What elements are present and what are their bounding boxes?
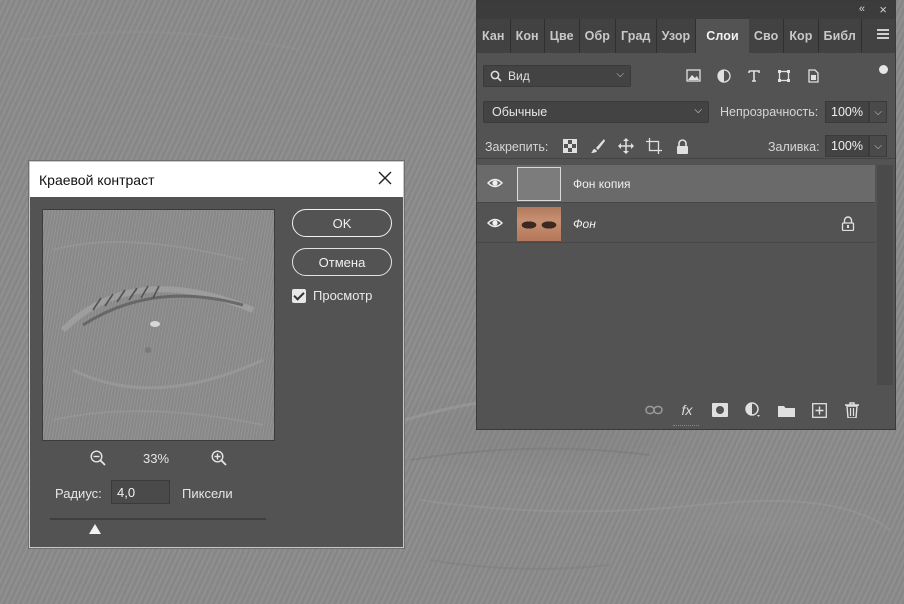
collapse-panel-icon[interactable]: «	[859, 3, 865, 15]
filter-toggle[interactable]	[879, 65, 888, 85]
lock-all-icon[interactable]	[673, 137, 691, 155]
folder-icon[interactable]	[777, 401, 795, 419]
fill-label: Заливка:	[768, 140, 820, 154]
eye-visibility-icon[interactable]	[487, 177, 503, 189]
zoom-value: 33%	[143, 451, 170, 466]
lock-artboard-icon[interactable]	[645, 137, 663, 155]
fx-icon[interactable]: fx	[678, 401, 696, 419]
filter-row: Вид ⌵	[477, 63, 895, 91]
layer-thumbnail	[517, 167, 561, 201]
lock-label: Закрепить:	[485, 140, 549, 154]
blend-row: Обычные ⌵ Непрозрачность: 100% ⌵	[477, 99, 895, 125]
fill-chevron-icon[interactable]: ⌵	[869, 135, 887, 157]
radius-slider-thumb[interactable]	[89, 524, 101, 534]
opacity-label: Непрозрачность:	[720, 105, 819, 119]
trash-icon[interactable]	[843, 401, 861, 419]
panel-tabs: Кан Кон Цве Обр Град Узор Слои Сво Кор Б…	[477, 19, 895, 53]
layer-lock-icon[interactable]	[841, 216, 855, 231]
high-pass-dialog: Краевой контраст OK Отмена Просмотр 33%	[29, 161, 404, 548]
link-layers-icon[interactable]	[645, 401, 663, 419]
lock-transparency-icon[interactable]	[561, 137, 579, 155]
lock-icons	[561, 137, 691, 155]
lock-row: Закрепить: Заливка: 100% ⌵	[477, 133, 895, 159]
panel-menu-icon[interactable]	[877, 29, 889, 41]
layer-name[interactable]: Фон копия	[573, 177, 631, 191]
close-panel-icon[interactable]: ×	[879, 2, 887, 17]
text-filter-icon[interactable]	[745, 67, 762, 84]
tab-adjustments[interactable]: Кор	[784, 19, 819, 53]
layers-scrollbar[interactable]	[877, 165, 893, 385]
dialog-title: Краевой контраст	[39, 171, 155, 188]
tab-gradients[interactable]: Град	[616, 19, 657, 53]
eye-visibility-icon[interactable]	[487, 217, 503, 229]
new-layer-icon[interactable]	[810, 401, 828, 419]
ok-button[interactable]: OK	[292, 209, 392, 237]
blend-mode-value: Обычные	[492, 105, 548, 119]
layer-thumbnail	[517, 207, 561, 241]
filter-preview[interactable]	[42, 209, 275, 441]
opacity-chevron-icon[interactable]: ⌵	[869, 101, 887, 123]
filter-icons	[685, 67, 822, 84]
radius-label: Радиус:	[55, 486, 102, 501]
tab-layers[interactable]: Слои	[696, 19, 749, 53]
layer-name[interactable]: Фон	[573, 217, 596, 231]
panel-resize-grip[interactable]	[673, 425, 699, 429]
preview-image	[52, 241, 264, 426]
layer-filter-select[interactable]: Вид ⌵	[483, 65, 631, 87]
layer-row-background[interactable]: Фон	[477, 205, 875, 243]
smart-object-filter-icon[interactable]	[805, 67, 822, 84]
tab-libraries[interactable]: Библ	[819, 19, 862, 53]
zoom-in-icon[interactable]	[211, 450, 227, 466]
tab-patterns[interactable]: Узор	[657, 19, 697, 53]
blend-mode-select[interactable]: Обычные ⌵	[483, 101, 709, 123]
tab-channels[interactable]: Кан	[477, 19, 511, 53]
opacity-input[interactable]: 100%	[825, 101, 869, 123]
tab-color[interactable]: Цве	[545, 19, 580, 53]
layers-list: Фон копия Фон	[477, 165, 895, 385]
preview-checkbox-row[interactable]: Просмотр	[292, 288, 372, 303]
preview-label: Просмотр	[313, 288, 373, 303]
tab-properties[interactable]: Сво	[749, 19, 785, 53]
search-icon	[490, 70, 502, 82]
adjustment-filter-icon[interactable]	[715, 67, 732, 84]
radius-slider-track[interactable]	[50, 518, 266, 520]
preview-checkbox[interactable]	[292, 288, 306, 303]
lock-pixels-brush-icon[interactable]	[589, 137, 607, 155]
zoom-out-icon[interactable]	[90, 450, 106, 466]
cancel-button[interactable]: Отмена	[292, 248, 392, 276]
lock-position-move-icon[interactable]	[617, 137, 635, 155]
chevron-down-icon: ⌵	[616, 69, 624, 80]
units-label: Пиксели	[182, 486, 233, 501]
image-filter-icon[interactable]	[685, 67, 702, 84]
tab-samples[interactable]: Обр	[580, 19, 617, 53]
adjustment-layer-icon[interactable]	[744, 401, 762, 419]
filter-label: Вид	[508, 69, 530, 83]
radius-input[interactable]: 4,0	[111, 480, 170, 504]
close-icon[interactable]	[378, 171, 392, 185]
panel-bottom-bar: fx	[477, 389, 895, 429]
dialog-title-bar[interactable]: Краевой контраст	[30, 162, 403, 197]
panel-title-bar: « ×	[477, 1, 895, 19]
layer-row-background-copy[interactable]: Фон копия	[477, 165, 875, 203]
tab-paths[interactable]: Кон	[511, 19, 545, 53]
layers-panel: « × Кан Кон Цве Обр Град Узор Слои Сво К…	[476, 0, 896, 430]
bottom-icons: fx	[645, 401, 861, 419]
shape-filter-icon[interactable]	[775, 67, 792, 84]
fill-input[interactable]: 100%	[825, 135, 869, 157]
add-mask-icon[interactable]	[711, 401, 729, 419]
chevron-down-icon: ⌵	[694, 105, 702, 116]
